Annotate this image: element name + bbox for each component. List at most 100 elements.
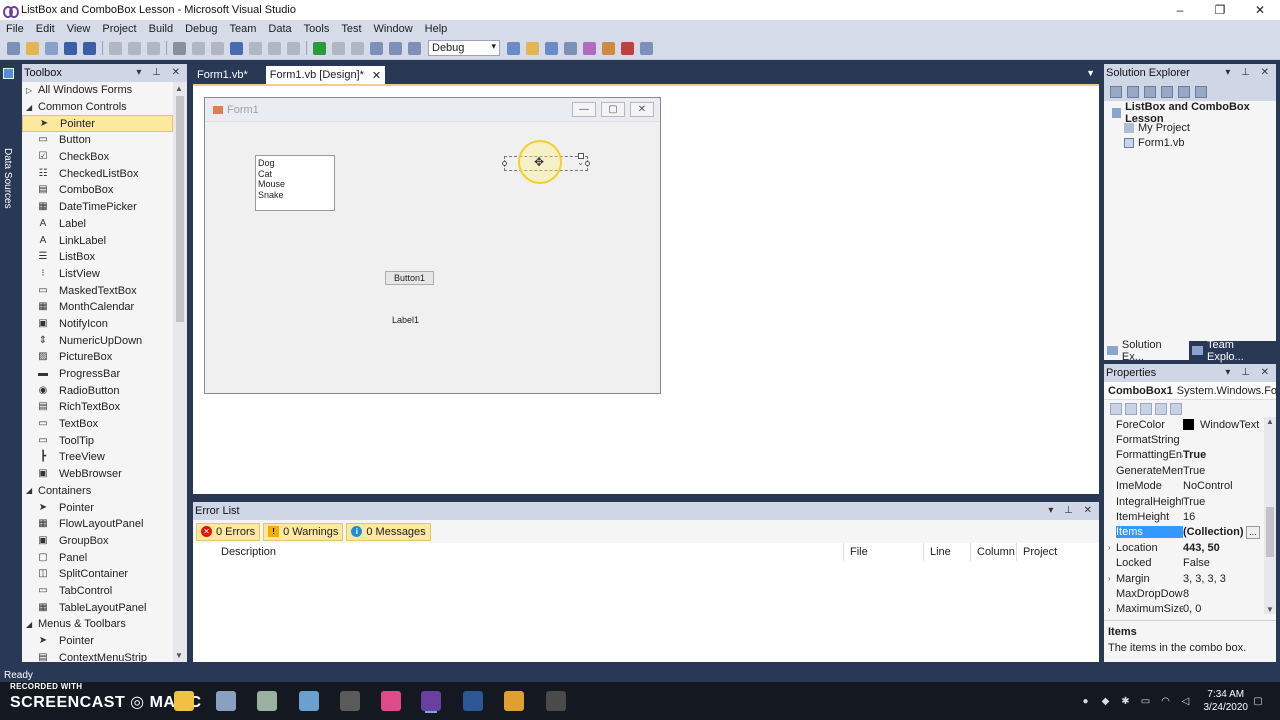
property-value-cell[interactable]: 443, 50 bbox=[1183, 542, 1276, 554]
solution-configuration-dropdown[interactable]: Debug bbox=[428, 40, 500, 56]
property-value[interactable]: 16 bbox=[1183, 511, 1195, 523]
toolbox-item-linklabel[interactable]: A LinkLabel bbox=[22, 232, 173, 249]
toolbox-item-radiobutton[interactable]: ◉ RadioButton bbox=[22, 382, 173, 399]
smart-tag-icon[interactable] bbox=[578, 153, 584, 159]
errors-filter-button[interactable]: ✕ 0 Errors bbox=[196, 522, 261, 541]
expanded-arrow-icon[interactable]: ◢ bbox=[26, 486, 38, 495]
property-row-formattingena[interactable]: FormattingEna True bbox=[1104, 448, 1276, 463]
toolbox-item-picturebox[interactable]: ▨ PictureBox bbox=[22, 349, 173, 366]
scroll-thumb[interactable] bbox=[176, 96, 184, 322]
save-all-icon[interactable] bbox=[83, 41, 96, 55]
find-in-files-icon[interactable] bbox=[507, 41, 520, 55]
uncomment-icon[interactable] bbox=[211, 41, 224, 55]
toolbox-item-splitcontainer[interactable]: ◫ SplitContainer bbox=[22, 566, 173, 583]
properties-icon[interactable] bbox=[1110, 85, 1122, 98]
snipping-icon[interactable] bbox=[546, 691, 566, 711]
property-value[interactable]: 3, 3, 3, 3 bbox=[1183, 573, 1226, 585]
column-column[interactable]: Column bbox=[977, 546, 1015, 558]
scroll-down-icon[interactable]: ▼ bbox=[1266, 605, 1274, 614]
scroll-down-icon[interactable]: ▼ bbox=[175, 651, 183, 660]
menu-help[interactable]: Help bbox=[419, 23, 454, 35]
start-icon[interactable] bbox=[313, 41, 326, 55]
battery-icon[interactable]: ▭ bbox=[1141, 696, 1151, 707]
tab-form1-design[interactable]: Form1.vb [Design]* ✕ bbox=[265, 66, 386, 84]
panel-options-icon[interactable]: ▾ ⊥ ✕ bbox=[1048, 505, 1096, 516]
data-sources-tab[interactable]: Data Sources bbox=[2, 148, 13, 209]
step-into-icon[interactable] bbox=[370, 41, 383, 55]
property-row-margin[interactable]: › Margin 3, 3, 3, 3 bbox=[1104, 571, 1276, 586]
property-row-maxdropdow[interactable]: MaxDropDow 8 bbox=[1104, 586, 1276, 601]
solution-explorer-icon[interactable] bbox=[526, 41, 539, 55]
find-icon[interactable] bbox=[173, 41, 186, 55]
toolbox-item-combobox[interactable]: ▤ ComboBox bbox=[22, 182, 173, 199]
menu-project[interactable]: Project bbox=[96, 23, 142, 35]
menu-test[interactable]: Test bbox=[335, 23, 367, 35]
scroll-thumb[interactable] bbox=[1266, 507, 1274, 557]
tab-team-explorer[interactable]: Team Explo... bbox=[1189, 339, 1276, 363]
property-value-cell[interactable]: True bbox=[1183, 449, 1276, 461]
property-value[interactable]: True bbox=[1183, 449, 1206, 461]
new-project-icon[interactable] bbox=[7, 41, 20, 55]
close-tab-icon[interactable]: ✕ bbox=[372, 69, 381, 82]
copy-icon[interactable] bbox=[128, 41, 141, 55]
navigate-forward-icon[interactable] bbox=[287, 41, 300, 55]
categorized-icon[interactable] bbox=[1110, 402, 1122, 415]
property-row-maximumsize[interactable]: › MaximumSize 0, 0 bbox=[1104, 602, 1276, 614]
expanded-arrow-icon[interactable]: ◢ bbox=[26, 103, 38, 112]
toolbox-scrollbar[interactable]: ▲ ▼ bbox=[173, 82, 187, 662]
column-line[interactable]: Line bbox=[930, 546, 951, 558]
menu-build[interactable]: Build bbox=[143, 23, 179, 35]
volume-icon[interactable]: ◁ bbox=[1181, 696, 1191, 707]
property-value-cell[interactable]: 16 bbox=[1183, 511, 1276, 523]
column-file[interactable]: File bbox=[850, 546, 868, 558]
scroll-up-icon[interactable]: ▲ bbox=[1266, 417, 1274, 426]
scroll-up-icon[interactable]: ▲ bbox=[175, 84, 183, 93]
toolbox-item-pointer[interactable]: ➤ Pointer bbox=[22, 499, 173, 516]
form-minimize-button[interactable]: — bbox=[572, 102, 596, 117]
chrome-icon[interactable] bbox=[504, 691, 524, 711]
menu-data[interactable]: Data bbox=[262, 23, 297, 35]
property-row-locked[interactable]: Locked False bbox=[1104, 556, 1276, 571]
expand-arrow-icon[interactable]: › bbox=[1104, 543, 1116, 552]
form1-window[interactable]: Form1 — ▢ ✕ Dog Cat Mouse Snake ⌄ ✥ Butt… bbox=[204, 97, 661, 394]
toolbox-item-pointer[interactable]: ➤ Pointer bbox=[22, 115, 173, 133]
property-value-cell[interactable]: NoControl bbox=[1183, 480, 1276, 492]
toolbox-item-listbox[interactable]: ☰ ListBox bbox=[22, 249, 173, 266]
toolbox-item-tablelayoutpanel[interactable]: ▦ TableLayoutPanel bbox=[22, 599, 173, 616]
toolbox-item-listview[interactable]: ⁝ ListView bbox=[22, 266, 173, 283]
object-browser-icon[interactable] bbox=[564, 41, 577, 55]
object-selector[interactable]: ComboBox1 System.Windows.Form bbox=[1104, 382, 1276, 400]
form-maximize-button[interactable]: ▢ bbox=[601, 102, 625, 117]
app-icon-2[interactable] bbox=[257, 691, 277, 711]
property-row-integralheight[interactable]: IntegralHeight True bbox=[1104, 494, 1276, 509]
menu-view[interactable]: View bbox=[61, 23, 97, 35]
toolbox-item-textbox[interactable]: ▭ TextBox bbox=[22, 416, 173, 433]
panel-options-icon[interactable]: ▾ ⊥ ✕ bbox=[136, 67, 184, 78]
undo-icon[interactable] bbox=[230, 41, 243, 55]
property-row-items[interactable]: Items (Collection)... bbox=[1104, 525, 1276, 540]
toolbox-item-notifyicon[interactable]: ▣ NotifyIcon bbox=[22, 316, 173, 333]
events-icon[interactable] bbox=[1155, 402, 1167, 415]
file-explorer-icon[interactable] bbox=[174, 691, 194, 711]
column-project[interactable]: Project bbox=[1023, 546, 1057, 558]
warnings-filter-button[interactable]: ! 0 Warnings bbox=[263, 522, 344, 541]
collapsed-arrow-icon[interactable]: ▷ bbox=[26, 86, 38, 95]
toolbox-item-tabcontrol[interactable]: ▭ TabControl bbox=[22, 583, 173, 600]
class-diagram-icon[interactable] bbox=[1195, 85, 1207, 98]
messages-filter-button[interactable]: i0 Messages bbox=[346, 522, 431, 541]
menu-window[interactable]: Window bbox=[368, 23, 419, 35]
calculator-icon[interactable] bbox=[340, 691, 360, 711]
shield-icon[interactable]: ◆ bbox=[1101, 696, 1111, 707]
resize-handle[interactable] bbox=[585, 161, 590, 166]
property-value[interactable]: 8 bbox=[1183, 588, 1189, 600]
property-value[interactable]: WindowText bbox=[1200, 419, 1259, 431]
toolbox-group-all-windows-forms[interactable]: ▷ All Windows Forms bbox=[22, 82, 173, 99]
stop-icon[interactable] bbox=[351, 41, 364, 55]
tree-node-form1[interactable]: Form1.vb bbox=[1104, 135, 1276, 150]
maximize-button[interactable]: ❐ bbox=[1200, 0, 1240, 20]
property-row-generatemem[interactable]: GenerateMem True bbox=[1104, 463, 1276, 478]
form-close-button[interactable]: ✕ bbox=[630, 102, 654, 117]
toolbox-item-groupbox[interactable]: ▣ GroupBox bbox=[22, 533, 173, 550]
toolbox-item-checkbox[interactable]: ☑ CheckBox bbox=[22, 149, 173, 166]
bluetooth-icon[interactable]: ✱ bbox=[1121, 696, 1131, 707]
